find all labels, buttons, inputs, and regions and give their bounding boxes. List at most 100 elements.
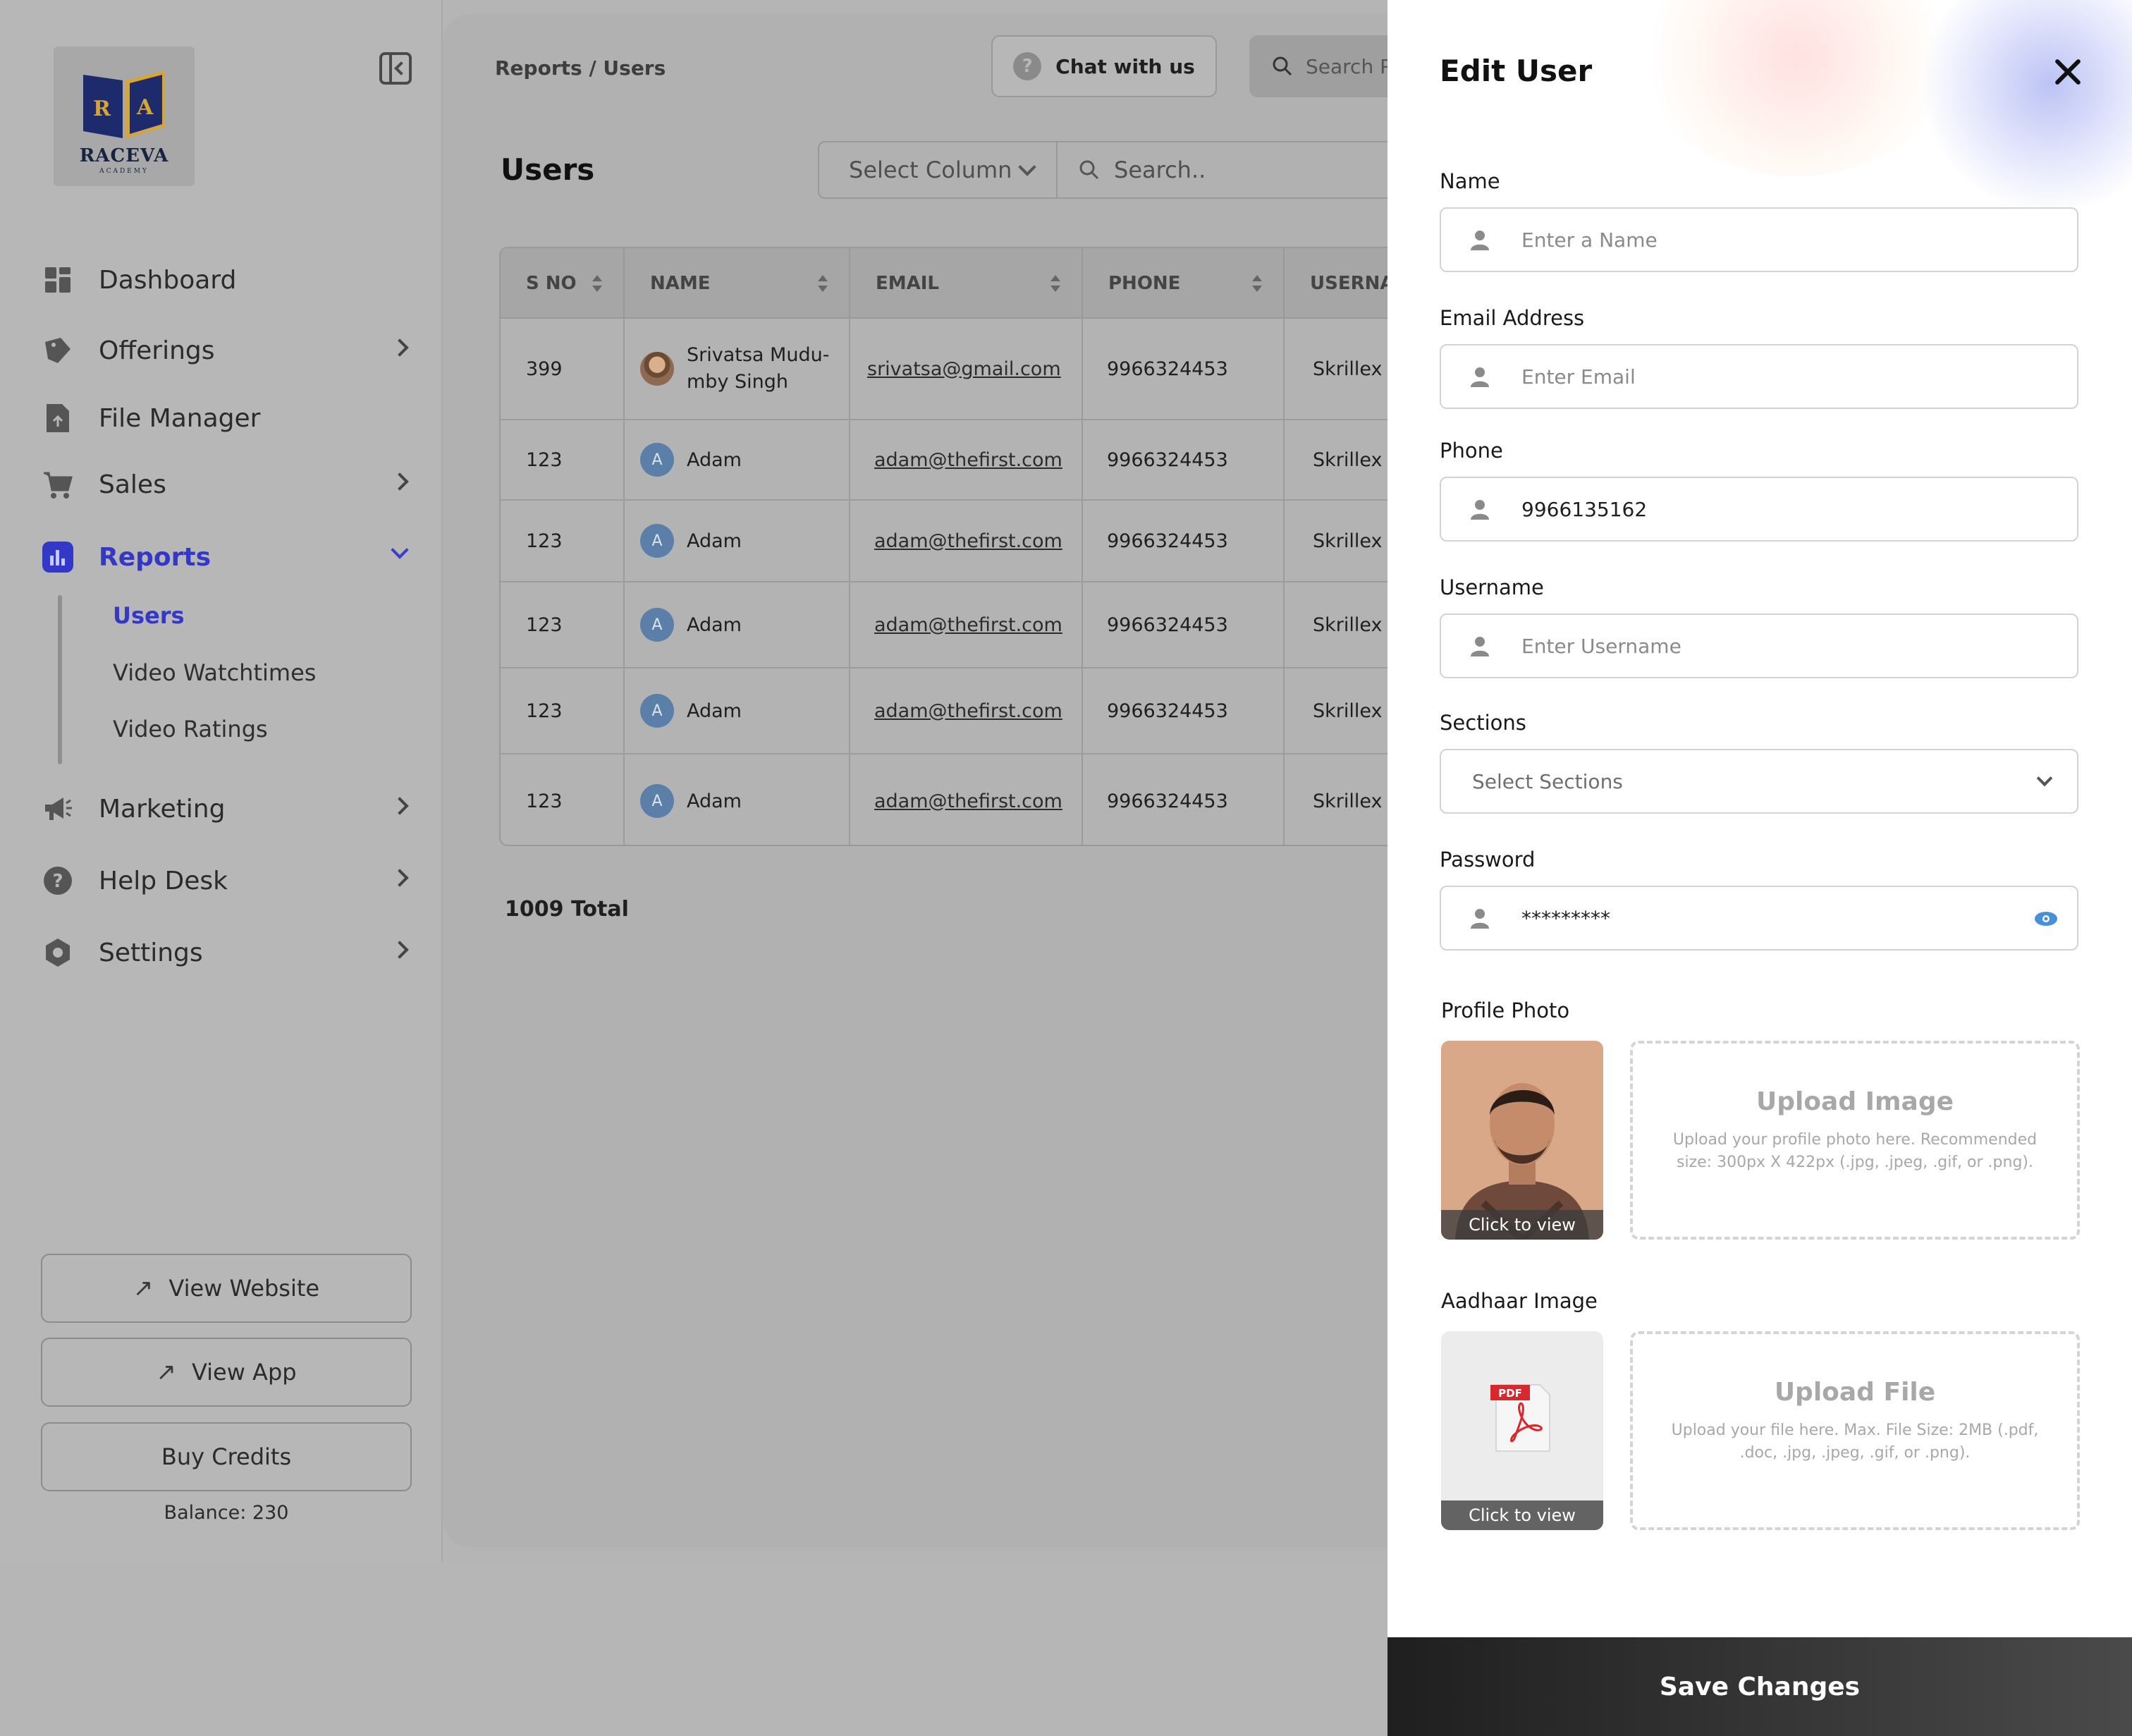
search-icon [1079,160,1099,180]
svg-text:?: ? [52,871,63,892]
view-website-button[interactable]: ↗ View Website [41,1254,412,1323]
user-icon [1462,229,1497,250]
save-changes-button[interactable]: Save Changes [1387,1637,2132,1736]
avatar: A [640,524,674,558]
email-field[interactable]: Enter Email [1440,344,2078,409]
tag-icon [42,335,73,366]
sidebar-item-reports[interactable]: Reports [42,532,423,582]
drawer-title: Edit User [1440,54,1593,88]
sections-placeholder: Select Sections [1472,769,1623,793]
cell-sno: 123 [501,582,625,667]
table-row[interactable]: 399 Srivatsa Mudu-mby Singh srivatsa@gma… [501,319,1513,420]
buy-credits-button[interactable]: Buy Credits [41,1422,412,1491]
logo-subtitle: ACADEMY [99,168,149,175]
breadcrumb[interactable]: Reports / Users [495,56,666,80]
cell-email[interactable]: adam@thefirst.com [850,668,1083,753]
profile-photo-label: Profile Photo [1441,998,1570,1022]
cell-email[interactable]: adam@thefirst.com [850,582,1083,667]
user-icon [1462,499,1497,520]
username-field[interactable]: Enter Username [1440,613,2078,678]
arrow-up-right-icon: ↗ [156,1358,176,1386]
sidebar-item-dashboard[interactable]: Dashboard [42,255,423,305]
profile-photo-thumbnail[interactable]: Click to view [1441,1041,1603,1240]
name-field[interactable]: Enter a Name [1440,207,2078,272]
cell-email[interactable]: srivatsa@gmail.com [850,319,1083,419]
sort-icon [818,275,828,292]
view-app-button[interactable]: ↗ View App [41,1338,412,1407]
password-field[interactable]: ********* [1440,886,2078,950]
logo-letter-a: A [136,95,154,120]
table-row[interactable]: 123 A Adam adam@thefirst.com 9966324453 S… [501,420,1513,501]
sidebar-subitem-users[interactable]: Users [113,602,185,629]
book-logo-icon: R A [83,71,165,138]
column-header-phone[interactable]: PHONE [1083,248,1285,319]
phone-field[interactable]: 9966135162 [1440,477,2078,542]
chevron-right-icon [391,338,409,357]
cell-name-text: Adam [687,699,742,722]
column-label: PHONE [1108,273,1181,294]
name-line-1: Srivatsa Mudu- [687,344,830,366]
users-table: S NO NAME EMAIL PHONE USERNA 399 Srivats… [499,247,1514,846]
page-title: Users [501,152,595,187]
sections-select[interactable]: Select Sections [1440,749,2078,814]
sidebar-item-marketing[interactable]: Marketing [42,784,423,833]
aadhaar-caption: Click to view [1441,1500,1603,1530]
sidebar-item-settings[interactable]: Settings [42,928,423,977]
decorative-gradient [1923,0,2132,212]
sidebar-item-label: Offerings [99,336,215,365]
cell-phone: 9966324453 [1083,501,1285,581]
cell-phone: 9966324453 [1083,582,1285,667]
brand-logo[interactable]: R A RACEVA ACADEMY [54,47,195,186]
cell-phone: 9966324453 [1083,754,1285,845]
cell-email[interactable]: adam@thefirst.com [850,420,1083,499]
avatar: A [640,694,674,728]
sidebar-item-help-desk[interactable]: ? Help Desk [42,856,423,905]
cell-sno: 123 [501,754,625,845]
upload-file-description: Upload your file here. Max. File Size: 2… [1671,1422,2039,1462]
upload-image-description: Upload your profile photo here. Recommen… [1672,1131,2038,1171]
logo-wordmark: RACEVA [79,145,169,166]
sidebar-item-file-manager[interactable]: File Manager [42,393,423,443]
upload-image-dropzone[interactable]: Upload Image Upload your profile photo h… [1630,1041,2080,1240]
cell-name: A Adam [625,501,850,581]
table-row[interactable]: 123 A Adam adam@thefirst.com 9966324453 S… [501,582,1513,668]
chat-with-us-button[interactable]: ? Chat with us [991,35,1217,97]
upload-file-title: Upload File [1774,1378,1936,1407]
aadhaar-thumbnail[interactable]: PDF Click to view [1441,1331,1603,1530]
sidebar-subitem-video-ratings[interactable]: Video Ratings [113,716,268,742]
chat-label: Chat with us [1055,54,1195,78]
column-header-email[interactable]: EMAIL [850,248,1083,319]
sort-icon [1050,275,1060,292]
cell-email[interactable]: adam@thefirst.com [850,501,1083,581]
cell-name-text: Adam [687,613,742,636]
sidebar-subitem-video-watchtimes[interactable]: Video Watchtimes [113,659,316,686]
close-icon[interactable] [2049,54,2087,92]
table-row[interactable]: 123 A Adam adam@thefirst.com 9966324453 S… [501,754,1513,845]
sidebar-item-sales[interactable]: Sales [42,460,423,509]
sidebar-item-offerings[interactable]: Offerings [42,326,423,375]
table-row[interactable]: 123 A Adam adam@thefirst.com 9966324453 S… [501,501,1513,582]
table-row[interactable]: 123 A Adam adam@thefirst.com 9966324453 S… [501,668,1513,754]
profile-photo-caption: Click to view [1441,1210,1603,1240]
buy-credits-label: Buy Credits [161,1443,292,1470]
eye-icon[interactable] [2033,908,2059,929]
cell-email[interactable]: adam@thefirst.com [850,754,1083,845]
view-app-label: View App [191,1359,297,1386]
upload-file-dropzone[interactable]: Upload File Upload your file here. Max. … [1630,1331,2080,1530]
collapse-sidebar-icon[interactable] [379,52,412,85]
column-header-name[interactable]: NAME [625,248,850,319]
chevron-down-icon [391,541,409,559]
sidebar-item-label: Settings [99,938,203,967]
avatar [640,352,674,386]
cell-phone: 9966324453 [1083,420,1285,499]
upload-image-title: Upload Image [1756,1087,1954,1116]
password-value: ********* [1521,906,1610,930]
aadhaar-label: Aadhaar Image [1441,1289,1598,1313]
gear-icon [42,937,73,968]
cell-name-text: Adam [687,448,742,471]
chevron-right-icon [391,472,409,491]
select-column-dropdown[interactable]: Select Column [818,141,1058,199]
megaphone-icon [42,793,73,824]
column-header-sno[interactable]: S NO [501,248,625,319]
name-line-2: mby Singh [687,371,789,393]
